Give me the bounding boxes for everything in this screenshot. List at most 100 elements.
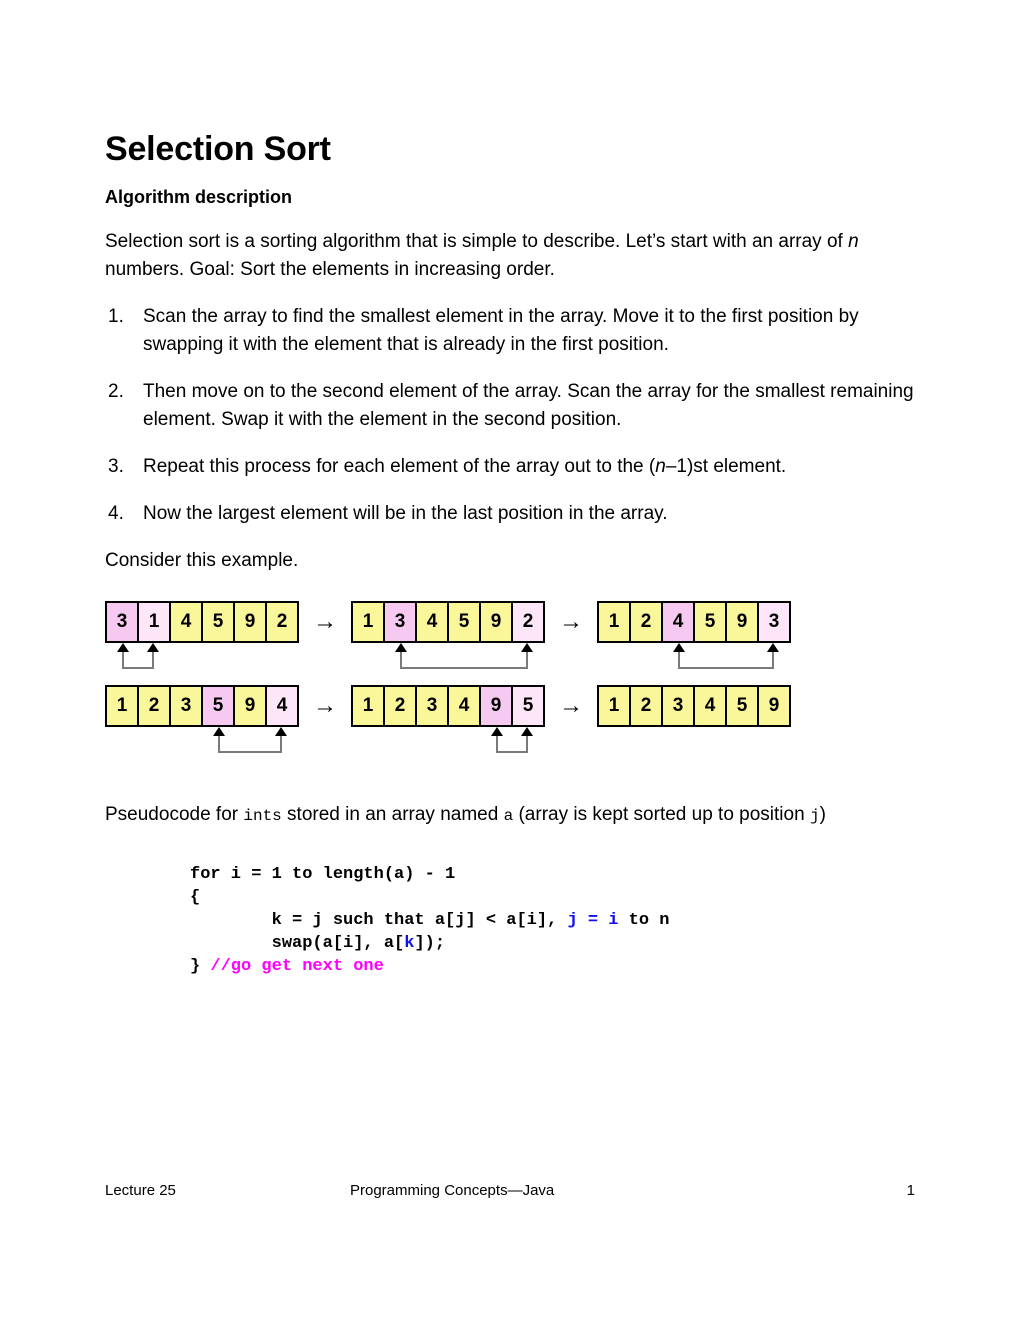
page-footer: Lecture 25 Programming Concepts—Java 1 [105, 1181, 915, 1201]
array-cell: 4 [171, 602, 203, 641]
array-visualization: 314592 [105, 600, 299, 669]
swap-connector-bar [122, 666, 154, 669]
pseudocode-intro-part1: Pseudocode for [105, 803, 244, 825]
list-item-text-part1: Repeat this process for each element of … [143, 455, 656, 477]
list-item-text: Scan the array to find the smallest elem… [143, 305, 859, 355]
code-line-2: { [190, 887, 201, 907]
array-cell: 1 [353, 602, 385, 641]
code-line-3-part2: to n [618, 910, 670, 930]
swap-connector-bar [496, 750, 528, 753]
pseudocode-intro-part4: ) [819, 803, 826, 825]
section-heading-algorithm-description: Algorithm description [105, 187, 293, 208]
array-cell: 3 [385, 602, 417, 641]
code-line-4-highlight: k [404, 933, 415, 953]
swap-connector-icon [213, 726, 287, 753]
array-cells: 123594 [105, 684, 299, 727]
array-cell: 5 [203, 602, 235, 641]
array-cells: 123495 [351, 684, 545, 727]
array-visualization: 124593 [597, 600, 791, 669]
diagram-row-1: 3 1 4 5 9 2 → 1 3 4 5 9 2 → 1 2 4 5 9 3 [105, 600, 915, 685]
code-line-3-part1: k = j such that a[j] < a[i], [190, 910, 568, 930]
intro-paragraph: Selection sort is a sorting algorithm th… [105, 209, 915, 284]
swap-connector-bar [678, 666, 774, 669]
diagram-row-2: 1 2 3 5 9 4 → 1 2 3 4 9 5 → 1 2 3 4 5 9 [105, 684, 915, 771]
swap-connector-leg [122, 649, 124, 669]
array-visualization: 123459 [597, 684, 791, 727]
intro-text-part1: Selection sort is a sorting algorithm th… [105, 230, 849, 252]
pseudocode-intro-part3: (array is kept sorted up to position [513, 803, 810, 825]
footer-lecture-label: Lecture 25 [105, 1182, 176, 1199]
example-lead-paragraph: Consider this example. [105, 549, 299, 571]
swap-connector-leg [526, 649, 528, 669]
array-visualization: 134592 [351, 600, 545, 669]
array-cell: 2 [139, 686, 171, 725]
array-cell: 2 [631, 686, 663, 725]
diagram-step-arrow-icon: → [313, 691, 337, 719]
array-cell: 5 [449, 602, 481, 641]
array-cell: 4 [695, 686, 727, 725]
list-item-number: 3. [108, 455, 124, 477]
code-line-5-comment: //go get next one [210, 956, 384, 976]
list-item-text-part2: –1)st element. [665, 455, 787, 477]
diagram-step-arrow-icon: → [559, 607, 583, 635]
pseudocode-block: for i = 1 to length(a) - 1 { k = j such … [105, 830, 915, 978]
swap-connector-icon [117, 642, 159, 669]
code-line-1: for i = 1 to length(a) - 1 [190, 864, 456, 884]
array-cell: 9 [727, 602, 759, 641]
swap-arrowhead-icon [521, 726, 533, 736]
swap-connector-bar [218, 750, 282, 753]
array-cell: 1 [353, 686, 385, 725]
array-cell: 9 [481, 602, 513, 641]
array-cells: 123459 [597, 684, 791, 727]
list-item: 1. Scan the array to find the smallest el… [105, 284, 915, 359]
swap-arrowhead-icon [491, 726, 503, 736]
swap-connector-leg [678, 649, 680, 669]
list-item: 4. Now the largest element will be in the… [105, 481, 915, 528]
array-cell: 1 [599, 686, 631, 725]
swap-connector-leg [280, 733, 282, 753]
code-line-4-part1: swap(a[i], a[ [190, 933, 405, 953]
swap-connector-leg [772, 649, 774, 669]
array-cell: 2 [631, 602, 663, 641]
page-title: Selection Sort [105, 130, 331, 168]
array-cell: 1 [139, 602, 171, 641]
array-cell: 9 [481, 686, 513, 725]
array-cell: 3 [171, 686, 203, 725]
array-cell: 3 [107, 602, 139, 641]
list-item: 2. Then move on to the second element of … [105, 359, 915, 434]
intro-variable-n: n [848, 230, 859, 252]
pseudocode-intro-position-j: j [809, 806, 820, 825]
pseudocode-intro-array-name: a [503, 806, 514, 825]
code-line-4-part2: ]); [414, 933, 446, 953]
array-cell: 4 [449, 686, 481, 725]
array-cell: 9 [235, 602, 267, 641]
footer-course-label: Programming Concepts—Java [350, 1182, 555, 1199]
array-cell: 3 [417, 686, 449, 725]
array-cell: 4 [267, 686, 297, 725]
swap-connector-leg [218, 733, 220, 753]
pseudocode-intro-ints: ints [243, 806, 282, 825]
swap-connector-leg [526, 733, 528, 753]
footer-page-number: 1 [906, 1182, 915, 1199]
swap-arrowhead-icon [213, 726, 225, 736]
swap-connector-icon [673, 642, 779, 669]
array-cell: 5 [513, 686, 543, 725]
swap-arrowhead-icon [521, 642, 533, 652]
swap-arrowhead-icon [673, 642, 685, 652]
swap-arrowhead-icon [117, 642, 129, 652]
array-cells: 124593 [597, 600, 791, 643]
swap-arrowhead-icon [395, 642, 407, 652]
code-line-3-highlight: j = i [567, 910, 619, 930]
array-visualization: 123495 [351, 684, 545, 753]
array-cell: 1 [107, 686, 139, 725]
array-cell: 9 [235, 686, 267, 725]
swap-arrowhead-icon [147, 642, 159, 652]
swap-connector-bar [400, 666, 528, 669]
array-cell: 1 [599, 602, 631, 641]
swap-connector-icon [491, 726, 533, 753]
swap-arrowhead-icon [275, 726, 287, 736]
array-cell: 3 [663, 686, 695, 725]
list-item-text: Now the largest element will be in the l… [143, 502, 668, 524]
code-line-5-part1: } [190, 956, 211, 976]
array-diagram: 3 1 4 5 9 2 → 1 3 4 5 9 2 → 1 2 4 5 9 3 1 2 3 5 9 4 → 1 2 3 4 9 5 → 1 2 3 4 5… [105, 575, 915, 771]
